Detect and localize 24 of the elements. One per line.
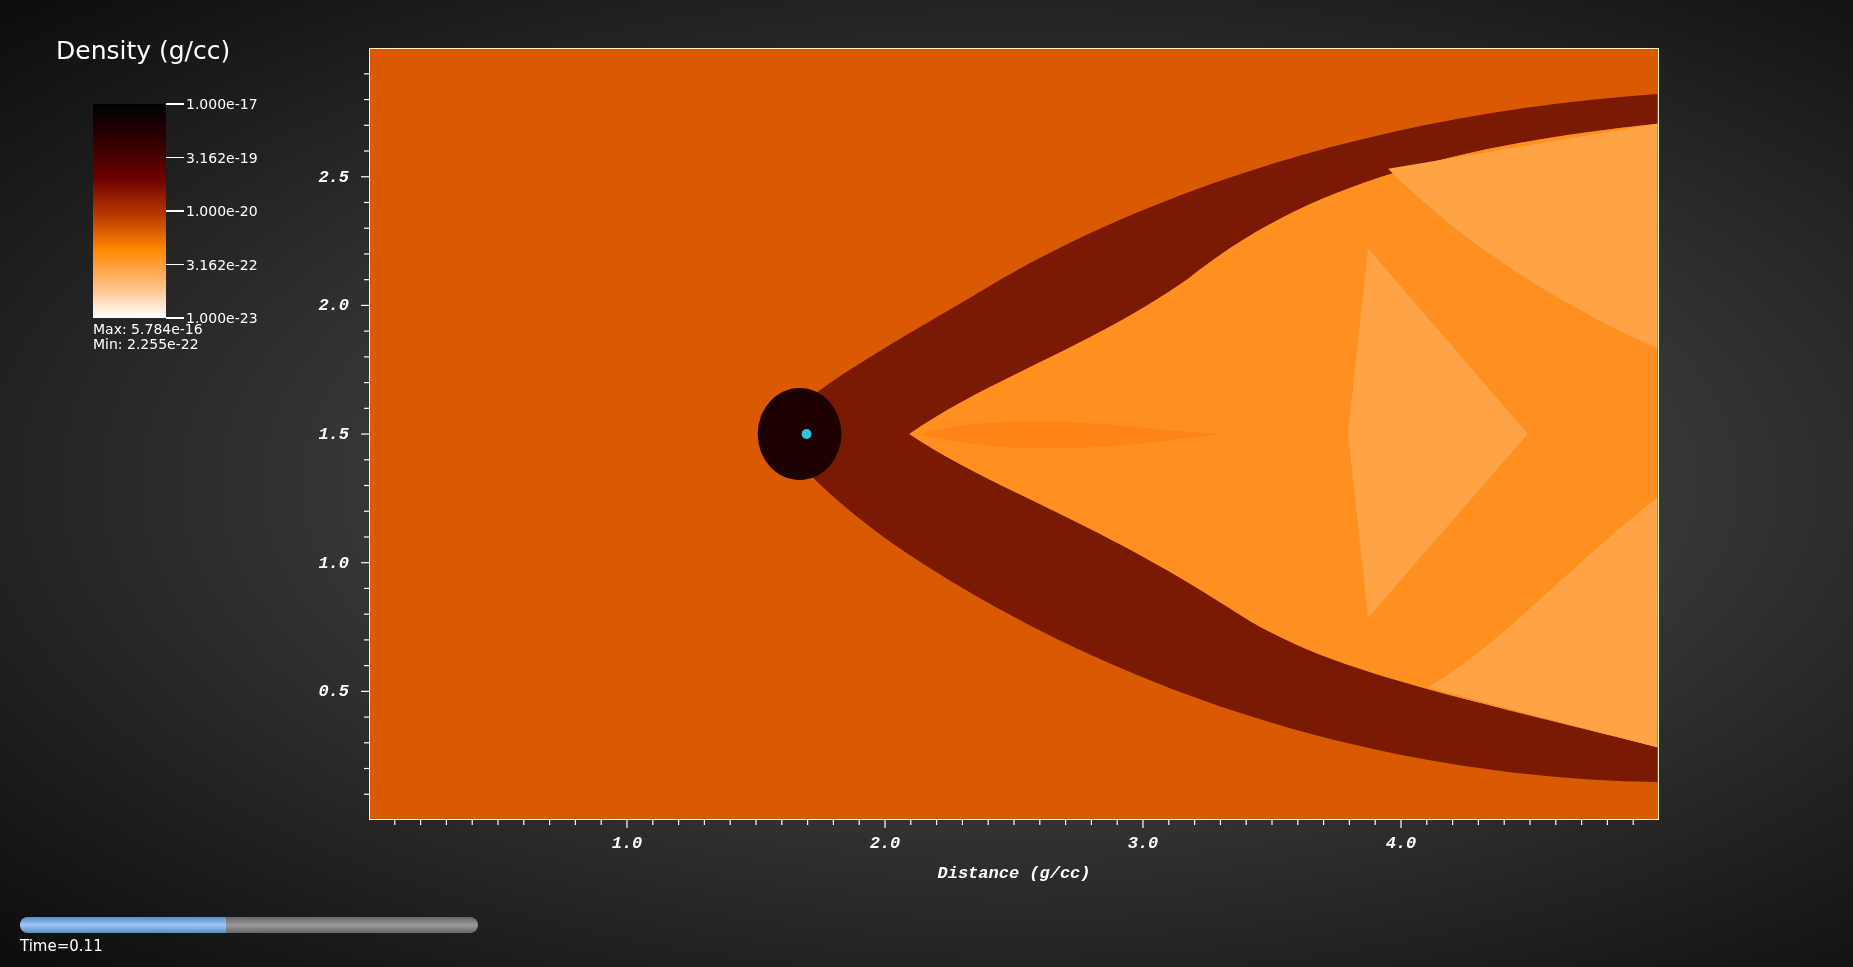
y-axis-label: 1.0	[318, 553, 349, 573]
time-slider[interactable]	[20, 917, 478, 933]
x-axis-title: Distance (g/cc)	[937, 864, 1091, 883]
legend-tick-label: 1.000e-17	[186, 96, 258, 112]
legend-tick-label: 3.162e-19	[186, 149, 258, 166]
tick-mark	[166, 263, 184, 266]
time-label: Time=0.11	[20, 937, 104, 955]
x-axis-label: 3.0	[1127, 834, 1159, 853]
legend-min: Min: 2.255e-22	[93, 337, 200, 352]
tick-mark	[166, 210, 184, 212]
legend-tick-label: 3.162e-22	[186, 256, 258, 273]
y-axis-label: 0.5	[318, 681, 349, 701]
legend-max: Max: 5.784e-16	[93, 322, 203, 337]
tick-mark	[166, 103, 184, 105]
x-axis-label: 1.0	[611, 834, 643, 853]
x-axis-label: 2.0	[869, 834, 901, 853]
y-axis-label: 2.0	[318, 295, 349, 315]
legend-tick-label: 1.000e-20	[186, 203, 258, 219]
x-axis-label: 4.0	[1385, 834, 1417, 853]
tick-mark	[166, 317, 184, 319]
legend-title: Density (g/cc)	[56, 36, 232, 66]
tick-mark	[166, 156, 184, 159]
y-axis-label: 2.5	[318, 167, 349, 187]
y-axis-label: 1.5	[318, 424, 349, 444]
